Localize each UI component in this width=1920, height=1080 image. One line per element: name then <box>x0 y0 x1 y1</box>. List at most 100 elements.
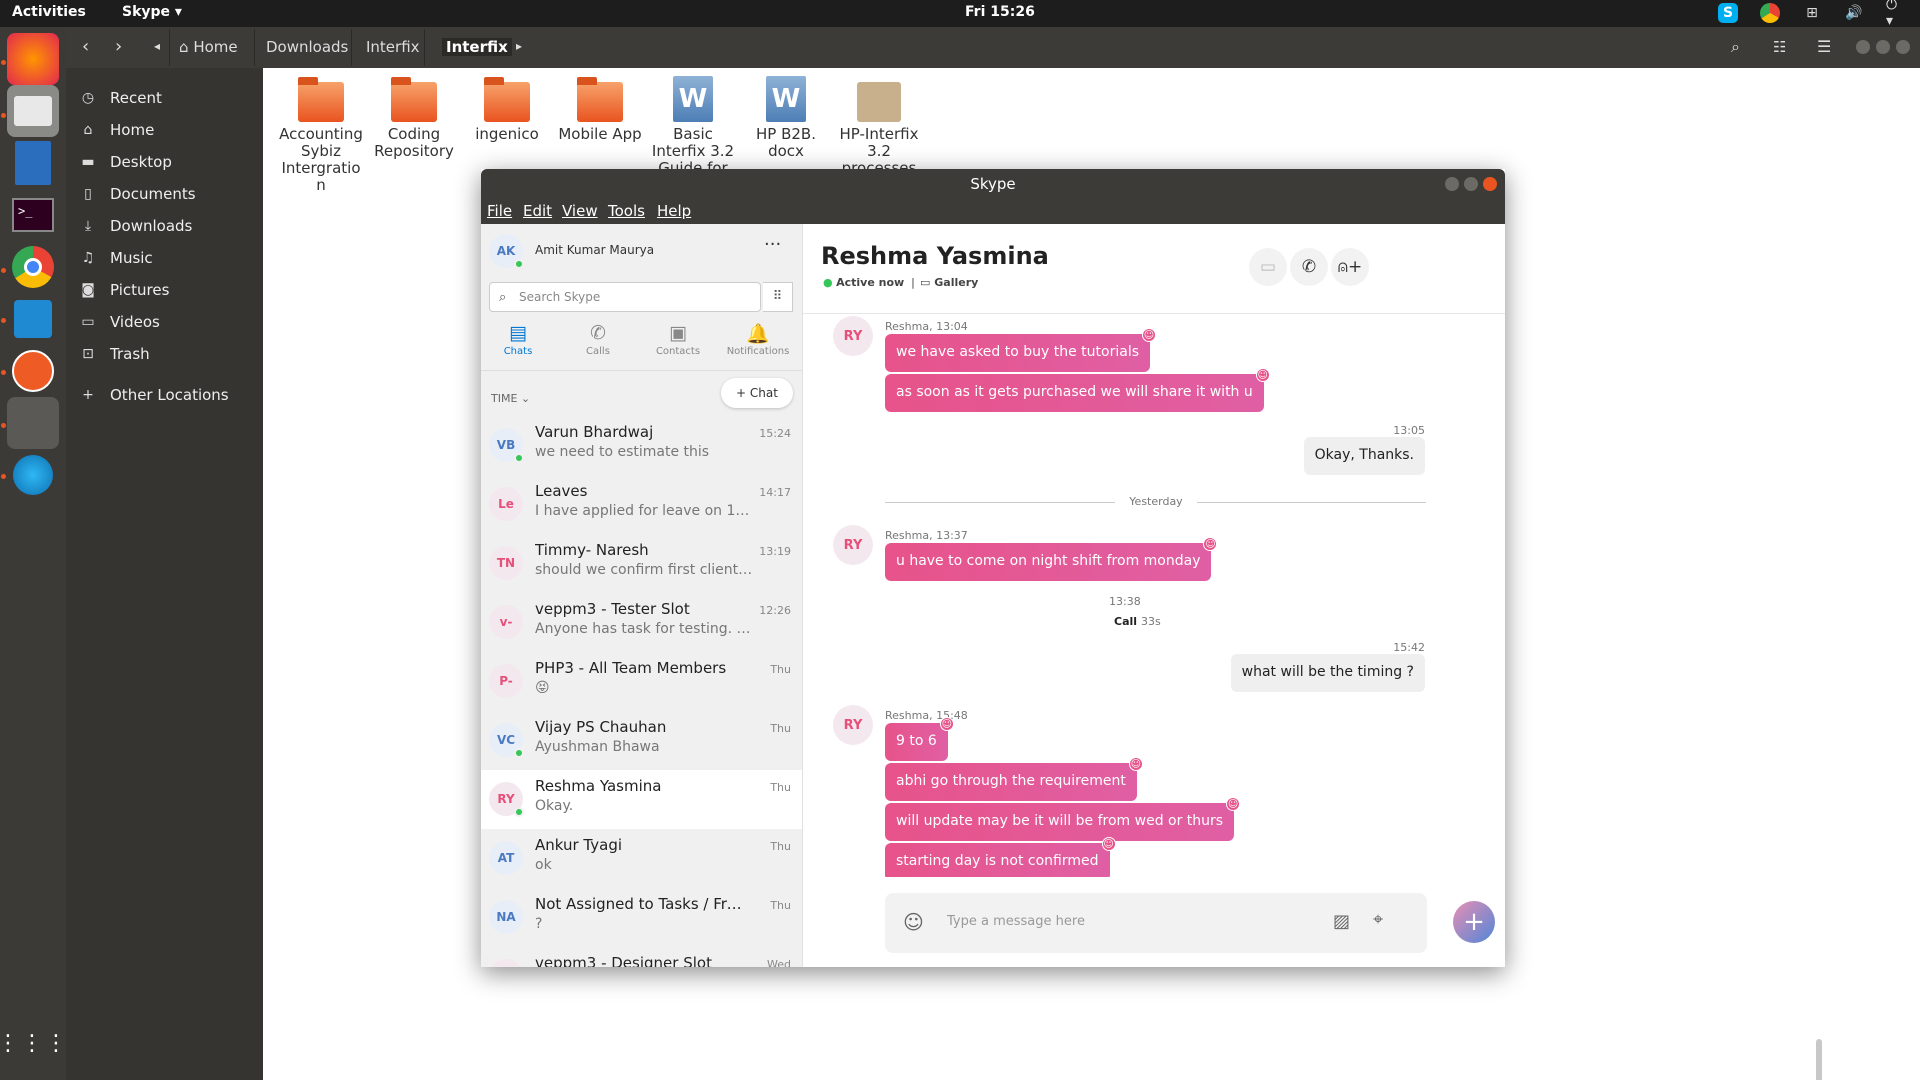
chrome-tray-icon[interactable] <box>1760 3 1780 23</box>
scrollbar[interactable] <box>1816 1039 1822 1080</box>
chat-list-item[interactable]: NA Not Assigned to Tasks / Free Te...? Thu <box>481 888 802 947</box>
breadcrumb-left-icon[interactable]: ◂ <box>154 39 160 53</box>
message-composer[interactable]: ☺ Type a message here ▨ ⌖ <box>885 893 1427 953</box>
chrome-icon[interactable] <box>7 241 59 293</box>
conversation-title[interactable]: Reshma Yasmina <box>821 242 1049 270</box>
chat-list-item[interactable]: v-veppm3 - Designer Slot Wed <box>481 947 802 967</box>
file-item[interactable]: Accounting Sybiz Intergratio n <box>275 76 367 194</box>
emoji-reaction-icon[interactable]: ☺ <box>1142 328 1156 342</box>
menu-tools[interactable]: Tools <box>608 202 645 220</box>
sidebar-item-videos[interactable]: ▭ Videos <box>66 306 263 338</box>
menu-help[interactable]: Help <box>657 202 691 220</box>
sidebar-item-downloads[interactable]: ⤓ Downloads <box>66 210 263 242</box>
file-item[interactable]: ingenico <box>461 76 553 143</box>
emoji-reaction-icon[interactable]: ☺ <box>1203 537 1218 551</box>
postman-icon[interactable] <box>7 345 59 397</box>
files-icon[interactable] <box>7 85 59 137</box>
breadcrumb-home[interactable]: ⌂ Home <box>179 38 238 56</box>
gallery-link[interactable]: ▭ Gallery <box>920 276 978 289</box>
minimize-button[interactable] <box>1445 177 1459 191</box>
sidebar-item-trash[interactable]: ⊡ Trash <box>66 338 263 370</box>
sidebar-item-pictures[interactable]: ◙ Pictures <box>66 274 263 306</box>
emoji-reaction-icon[interactable]: ☺ <box>1101 837 1116 851</box>
firefox-icon[interactable] <box>7 33 59 85</box>
message-bubble[interactable]: starting day is not confirmed ☺ <box>885 837 1116 877</box>
tab-calls[interactable]: ✆ Calls <box>563 322 633 357</box>
terminal-icon[interactable]: >_ <box>7 189 59 241</box>
message-bubble[interactable]: as soon as it gets purchased we will sha… <box>885 368 1270 412</box>
view-list-icon[interactable]: ☷ <box>1773 38 1786 56</box>
menu-view[interactable]: View <box>562 202 598 220</box>
app-icon[interactable] <box>7 449 59 501</box>
emoji-reaction-icon[interactable]: ☺ <box>939 717 954 731</box>
breadcrumb-downloads[interactable]: Downloads <box>266 38 348 56</box>
breadcrumb-interfix[interactable]: Interfix <box>366 38 420 56</box>
file-item[interactable]: Mobile App <box>554 76 646 143</box>
search-input[interactable]: Search Skype <box>489 282 761 312</box>
sidebar-item-recent[interactable]: ◷ Recent <box>66 82 263 114</box>
close-button[interactable] <box>1483 177 1497 191</box>
chat-list-item[interactable]: TN Timmy- Naresh should we confirm first c… <box>481 534 802 593</box>
sidebar-item-music[interactable]: ♫ Music <box>66 242 263 274</box>
menu-file[interactable]: File <box>487 202 512 220</box>
chat-list-item[interactable]: VC Vijay PS Chauhan Ayushman Bhawa Thu <box>481 711 802 770</box>
audio-call-button[interactable]: ✆ <box>1290 248 1328 286</box>
forward-icon[interactable]: › <box>115 36 122 57</box>
tab-notifications[interactable]: 🔔 Notifications <box>723 322 793 357</box>
chat-list-item[interactable]: v-veppm3 - Tester Slot Anyone has task fo… <box>481 593 802 652</box>
sort-dropdown[interactable]: TIME ⌄ <box>491 392 530 405</box>
chat-list-item[interactable]: Le Leaves I have applied for leave on 19th… <box>481 475 802 534</box>
chat-list-item[interactable]: VB Varun Bhardwaj we need to estimate this… <box>481 416 802 475</box>
emoji-reaction-icon[interactable]: ☺ <box>1226 797 1241 811</box>
emoji-icon[interactable]: ☺ <box>903 910 924 934</box>
menu-edit[interactable]: Edit <box>523 202 552 220</box>
file-item[interactable]: HP-Interfix 3.2 processes <box>833 76 925 177</box>
my-message-bubble[interactable]: Okay, Thanks. <box>1303 437 1425 475</box>
sidebar-item-other-locations[interactable]: + Other Locations <box>66 379 263 411</box>
chat-list-item[interactable]: AT Ankur Tyagi ok Thu <box>481 829 802 888</box>
breadcrumb-right-icon[interactable]: ▸ <box>516 39 522 53</box>
message-bubble[interactable]: we have asked to buy the tutorials ☺ <box>885 328 1156 372</box>
message-bubble[interactable]: will update may be it will be from wed o… <box>885 797 1241 841</box>
emoji-reaction-icon[interactable]: ☺ <box>1255 368 1270 382</box>
image-icon[interactable]: ▨ <box>1333 911 1350 932</box>
search-icon[interactable]: ⌕ <box>1731 37 1740 57</box>
message-input[interactable]: Type a message here <box>947 914 1085 929</box>
sidebar-item-desktop[interactable]: ▬ Desktop <box>66 146 263 178</box>
video-call-button[interactable]: ▭ <box>1249 248 1287 286</box>
close-button[interactable] <box>1896 40 1910 54</box>
chat-list-item[interactable]: RY Reshma Yasmina Okay. Thu <box>481 770 802 829</box>
tab-chats[interactable]: ▤ Chats <box>483 322 553 357</box>
add-content-button[interactable]: + <box>1453 901 1495 943</box>
more-options-icon[interactable]: ··· <box>764 234 781 255</box>
my-message-bubble[interactable]: what will be the timing ? <box>1230 654 1425 692</box>
file-item[interactable]: W HP B2B. docx <box>740 76 832 160</box>
clock[interactable]: Fri 15:26 <box>965 4 1035 20</box>
profile-name[interactable]: Amit Kumar Maurya <box>535 243 654 257</box>
chat-list-item[interactable]: P- PHP3 - All Team Members 😝 Thu <box>481 652 802 711</box>
message-bubble[interactable]: 9 to 6 ☺ <box>885 717 954 761</box>
location-icon[interactable]: ⌖ <box>1373 909 1383 930</box>
message-bubble[interactable]: abhi go through the requirement ☺ <box>885 757 1143 801</box>
activities-button[interactable]: Activities <box>12 4 86 20</box>
message-bubble[interactable]: u have to come on night shift from monda… <box>885 537 1218 581</box>
minimize-button[interactable] <box>1856 40 1870 54</box>
file-item[interactable]: W Basic Interfix 3.2 Guide for <box>647 76 739 177</box>
avatar[interactable]: AK <box>489 234 524 269</box>
skype-dock-icon[interactable] <box>7 397 59 449</box>
call-label[interactable]: Call <box>1114 615 1137 628</box>
writer-icon[interactable] <box>7 137 59 189</box>
tab-contacts[interactable]: ▣ Contacts <box>643 322 713 357</box>
skype-tray-icon[interactable]: S <box>1718 3 1738 23</box>
show-apps-icon[interactable]: ⋮⋮⋮ <box>0 1017 67 1069</box>
breadcrumb-current[interactable]: Interfix <box>442 38 512 56</box>
maximize-button[interactable] <box>1876 40 1890 54</box>
vscode-icon[interactable] <box>7 293 59 345</box>
maximize-button[interactable] <box>1464 177 1478 191</box>
sidebar-item-documents[interactable]: ▯ Documents <box>66 178 263 210</box>
menu-icon[interactable]: ☰ <box>1817 37 1831 56</box>
add-people-button[interactable]: ⍝+ <box>1331 248 1369 286</box>
back-icon[interactable]: ‹ <box>82 36 89 57</box>
volume-icon[interactable]: 🔊 <box>1844 3 1864 23</box>
app-menu[interactable]: Skype ▾ <box>122 4 182 20</box>
